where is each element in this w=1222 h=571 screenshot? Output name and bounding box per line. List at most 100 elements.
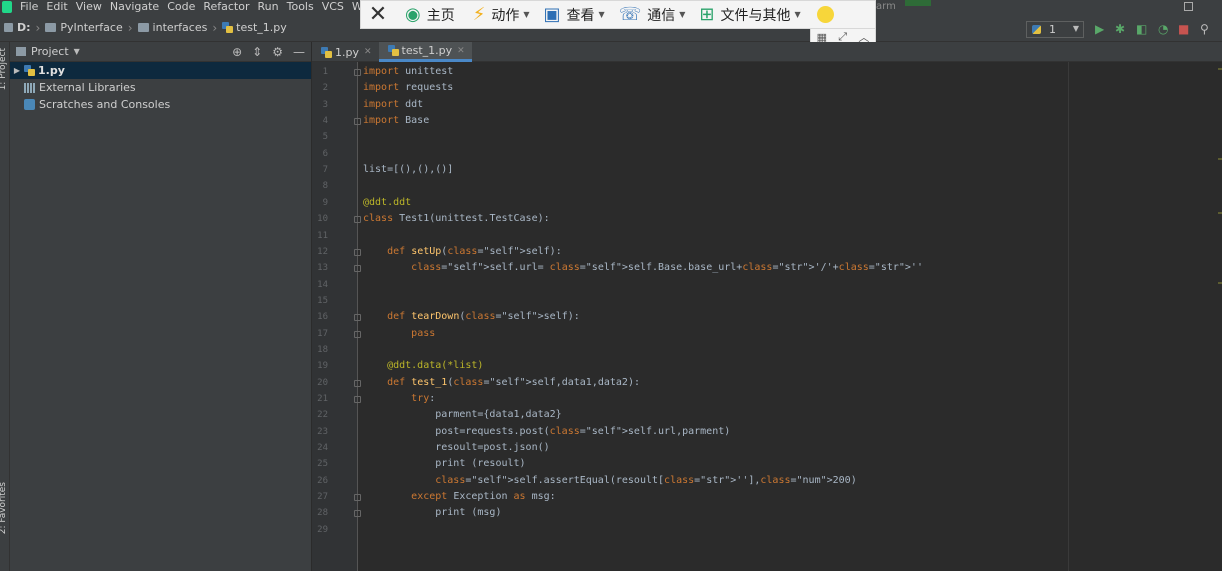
tab-test-1py[interactable]: test_1.py ✕ [378,42,472,62]
tab-1py[interactable]: 1.py ✕ [312,42,379,62]
python-file-icon [387,45,399,56]
run-configuration-select[interactable]: 1 ▼ [1026,21,1084,38]
locate-icon[interactable]: ⊕ [232,45,242,59]
fold-marker-icon[interactable] [354,248,361,256]
error-stripe[interactable] [1218,68,1222,78]
code-line[interactable]: import requests [363,80,923,96]
code-area[interactable]: import unittest import requests import ddt… [363,64,923,538]
menu-file[interactable]: File [20,0,38,14]
code-line[interactable]: @ddt.data(*list) [363,358,923,374]
code-line[interactable]: pass [363,326,923,342]
code-line[interactable]: post=requests.post(class="self">self.url… [363,424,923,440]
profile-icon[interactable]: ◔ [1158,22,1168,36]
python-file-icon [321,46,332,58]
code-line[interactable]: class Test1(unittest.TestCase): [363,211,923,227]
close-icon[interactable]: ✕ [364,47,372,57]
fold-marker-icon[interactable] [354,330,361,338]
stop-icon[interactable]: ■ [1178,22,1189,36]
code-line[interactable] [363,146,923,162]
hide-icon[interactable]: — [293,45,305,59]
menu-navigate[interactable]: Navigate [110,0,159,14]
breadcrumb-interfaces[interactable]: interfaces › [137,21,223,35]
code-line[interactable]: list=[(),(),()] [363,162,923,178]
fold-marker-icon[interactable] [354,379,361,387]
menu-view[interactable]: View [76,0,102,14]
fold-marker-icon[interactable] [354,494,361,502]
pycharm-logo-icon [2,1,12,13]
smiley-icon[interactable] [816,6,834,23]
code-line[interactable]: parment={data1,data2} [363,407,923,423]
menu-run[interactable]: Run [258,0,279,14]
restore-window-icon[interactable] [1184,2,1193,11]
search-icon[interactable]: ⚲ [1200,22,1209,36]
menu-vcs[interactable]: VCS [322,0,344,14]
python-file-icon [24,65,35,76]
files-menu-button[interactable]: ⊞ 文件与其他 ▼ [699,4,800,25]
line-number: 6 [322,148,328,159]
fold-marker-icon[interactable] [354,265,361,273]
code-line[interactable]: import Base [363,113,923,129]
project-view-selector[interactable]: Project [31,45,69,58]
collapse-all-icon[interactable]: ⇕ [252,45,262,59]
chevron-down-icon[interactable]: ▼ [74,47,80,56]
view-menu-button[interactable]: ▣ 查看 ▼ [544,4,605,25]
code-line[interactable]: import unittest [363,64,923,80]
tree-item-scratches[interactable]: Scratches and Consoles [10,96,311,113]
fold-marker-icon[interactable] [354,69,361,76]
code-line[interactable] [363,276,923,292]
line-number: 23 [317,426,328,437]
close-icon[interactable]: ✕ [457,46,465,56]
breadcrumb-file[interactable]: test_1.py [222,21,287,34]
code-line[interactable] [363,129,923,145]
folder-icon [137,23,149,32]
lightning-icon: ⚡ [472,4,486,25]
code-editor[interactable]: 1 2 3 4 5 6 7 8 9 10 11 12 13 14 15 16 17 18 19 20 21 22 23 24 2… [312,62,1222,571]
code-line[interactable]: class="self">self.url= class="self">self… [363,260,923,276]
line-number: 19 [317,361,328,372]
communication-menu-button[interactable]: ☏ 通信 ▼ [619,4,686,25]
code-line[interactable]: resoult=post.json() [363,440,923,456]
code-line[interactable]: @ddt.ddt [363,195,923,211]
fold-marker-icon[interactable] [354,118,361,126]
code-line[interactable]: try: [363,391,923,407]
project-panel: Project ▼ ⊕ ⇕ ⚙ — ▶ 1.py External Librar… [10,42,312,571]
code-line[interactable]: def setUp(class="self">self): [363,244,923,260]
breadcrumb-pyinterface[interactable]: PyInterface › [45,21,137,35]
code-line[interactable] [363,522,923,538]
expand-arrow-icon[interactable]: ▶ [10,66,24,75]
menu-code[interactable]: Code [167,0,195,14]
chevron-down-icon: ▼ [794,10,801,19]
menu-edit[interactable]: Edit [46,0,67,14]
code-line[interactable]: except Exception as msg: [363,489,923,505]
code-line[interactable]: print (resoult) [363,456,923,472]
code-line[interactable]: import ddt [363,97,923,113]
fold-marker-icon[interactable] [354,510,361,518]
code-line[interactable]: def tearDown(class="self">self): [363,309,923,325]
code-line[interactable] [363,342,923,358]
menu-tools[interactable]: Tools [287,0,314,14]
project-tool-button[interactable]: 1: Project [0,48,8,90]
menu-refactor[interactable]: Refactor [203,0,249,14]
code-line[interactable] [363,178,923,194]
home-button[interactable]: ◉ 主页 [405,4,455,25]
tree-item-external-libraries[interactable]: External Libraries [10,79,311,96]
code-line[interactable]: def test_1(class="self">self,data1,data2… [363,375,923,391]
fold-marker-icon[interactable] [354,396,361,403]
tree-item-1py[interactable]: ▶ 1.py [10,62,311,79]
code-line[interactable] [363,227,923,243]
gear-icon[interactable]: ⚙ [272,45,283,59]
action-menu-button[interactable]: ⚡ 动作 ▼ [473,4,530,25]
fold-marker-icon[interactable] [354,216,361,224]
breadcrumb-drive[interactable]: D: › [4,21,45,35]
floating-toolbar: ✕ ◉ 主页 ⚡ 动作 ▼ ▣ 查看 ▼ ☏ 通信 ▼ ⊞ 文件与其他 ▼ [360,0,876,29]
favorites-tool-button[interactable]: 2: Favorites [0,482,8,534]
debug-icon[interactable]: ✱ [1115,22,1125,36]
close-icon[interactable]: ✕ [361,1,395,29]
code-line[interactable] [363,293,923,309]
code-line[interactable]: print (msg) [363,505,923,521]
line-number: 13 [317,263,328,274]
run-icon[interactable]: ▶ [1095,22,1104,36]
code-line[interactable]: class="self">self.assertEqual(resoult[cl… [363,473,923,489]
coverage-icon[interactable]: ◧ [1136,22,1147,36]
fold-marker-icon[interactable] [354,314,361,322]
